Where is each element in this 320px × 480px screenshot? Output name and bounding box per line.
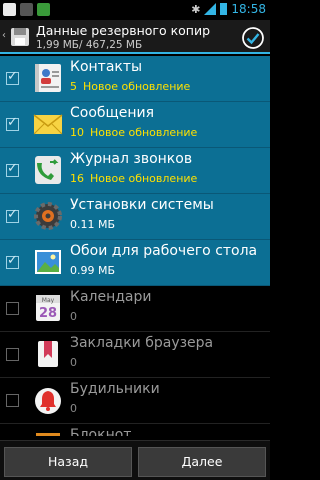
list-item-messages[interactable]: ✓ Сообщения 10 Новое обновление bbox=[0, 102, 270, 147]
clock: 18:58 bbox=[231, 2, 266, 16]
item-unit: МБ bbox=[98, 264, 116, 277]
contacts-icon bbox=[35, 64, 61, 92]
notepad-icon bbox=[36, 433, 60, 436]
calendar-month: May bbox=[42, 297, 55, 304]
checkbox[interactable] bbox=[6, 348, 19, 361]
signal-icon bbox=[204, 3, 217, 15]
item-title: Сообщения bbox=[70, 105, 155, 121]
backup-items-list: ✓ Контакты 5 Новое обновление ✓ Сообщения… bbox=[0, 56, 270, 436]
item-count: 5 bbox=[70, 80, 77, 93]
notification-icons bbox=[3, 3, 50, 16]
checkmark-icon: ✓ bbox=[7, 253, 18, 268]
item-title: Будильники bbox=[70, 381, 160, 397]
list-item-wallpaper[interactable]: ✓ Обои для рабочего стола 0.99 МБ bbox=[0, 240, 270, 285]
item-title: Журнал звонков bbox=[70, 151, 193, 167]
item-title: Контакты bbox=[70, 59, 143, 75]
battery-icon bbox=[220, 3, 228, 15]
list-item-system-settings[interactable]: ✓ Установки системы 0.11 МБ bbox=[0, 194, 270, 239]
alarm-icon bbox=[35, 388, 61, 414]
bottom-button-bar: Назад Далее bbox=[0, 440, 270, 480]
bluetooth-icon: ✱ bbox=[191, 2, 201, 16]
item-title: Календари bbox=[70, 289, 152, 305]
item-subtitle: 5 Новое обновление bbox=[70, 80, 190, 93]
list-item-call-log[interactable]: ✓ Журнал звонков 16 Новое обновление bbox=[0, 148, 270, 193]
checkmark-icon: ✓ bbox=[7, 69, 18, 84]
item-unit: МБ bbox=[98, 218, 116, 231]
up-caret-icon[interactable]: ‹ bbox=[2, 30, 6, 41]
backup-app-icon[interactable] bbox=[10, 26, 30, 48]
checkbox[interactable]: ✓ bbox=[6, 253, 19, 269]
checkbox[interactable]: ✓ bbox=[6, 69, 19, 85]
item-size: 0.11 bbox=[70, 218, 95, 231]
item-subtitle: 0.99 МБ bbox=[70, 264, 115, 277]
list-item-alarms[interactable]: Будильники 0 bbox=[0, 378, 270, 423]
checkmark-icon: ✓ bbox=[7, 207, 18, 222]
checkmark-icon: ✓ bbox=[7, 115, 18, 130]
list-item-contacts[interactable]: ✓ Контакты 5 Новое обновление bbox=[0, 56, 270, 101]
item-count: 0 bbox=[70, 356, 77, 369]
list-item-calendars[interactable]: May 28 Календари 0 bbox=[0, 286, 270, 331]
wallpaper-icon bbox=[35, 250, 61, 274]
item-title: Закладки браузера bbox=[70, 335, 214, 351]
action-bar: ‹ Данные резервного копир 1,99 МБ/ 467,2… bbox=[0, 20, 270, 54]
notification-app-icon bbox=[3, 3, 16, 16]
next-button[interactable]: Далее bbox=[138, 447, 266, 477]
checkbox[interactable]: ✓ bbox=[6, 161, 19, 177]
item-status: Новое обновление bbox=[90, 126, 198, 139]
item-subtitle: 16 Новое обновление bbox=[70, 172, 197, 185]
checkbox[interactable]: ✓ bbox=[6, 207, 19, 223]
calendar-icon: May 28 bbox=[36, 295, 60, 321]
item-title: Обои для рабочего стола bbox=[70, 243, 258, 259]
item-count: 16 bbox=[70, 172, 84, 185]
checkbox[interactable]: ✓ bbox=[6, 115, 19, 131]
system-icons: ✱ 18:58 bbox=[191, 2, 266, 16]
item-subtitle: 0 bbox=[70, 356, 77, 369]
checkbox[interactable] bbox=[6, 394, 19, 407]
item-status: Новое обновление bbox=[90, 172, 198, 185]
item-subtitle: 0 bbox=[70, 402, 77, 415]
status-bar: ✱ 18:58 bbox=[0, 0, 270, 20]
page-title: Данные резервного копир bbox=[36, 23, 211, 38]
notification-download-icon bbox=[37, 3, 50, 16]
back-button[interactable]: Назад bbox=[4, 447, 132, 477]
checkmark-icon: ✓ bbox=[7, 161, 18, 176]
calendar-day: 28 bbox=[39, 306, 57, 321]
item-count: 0 bbox=[70, 402, 77, 415]
item-title: Блокнот bbox=[70, 427, 132, 436]
notification-tool-icon bbox=[20, 3, 33, 16]
item-subtitle: 0.11 МБ bbox=[70, 218, 115, 231]
item-subtitle: 10 Новое обновление bbox=[70, 126, 197, 139]
checkbox[interactable] bbox=[6, 302, 19, 315]
select-all-check-icon[interactable] bbox=[242, 27, 264, 49]
bookmark-icon bbox=[38, 341, 58, 367]
storage-summary: 1,99 МБ/ 467,25 МБ bbox=[36, 39, 143, 51]
call-log-icon bbox=[35, 156, 61, 184]
settings-icon bbox=[34, 202, 62, 230]
item-subtitle: 0 bbox=[70, 310, 77, 323]
item-size: 0.99 bbox=[70, 264, 95, 277]
list-item-notepad[interactable]: Блокнот bbox=[0, 424, 270, 436]
list-item-bookmarks[interactable]: Закладки браузера 0 bbox=[0, 332, 270, 377]
item-count: 0 bbox=[70, 310, 77, 323]
item-title: Установки системы bbox=[70, 197, 214, 213]
item-count: 10 bbox=[70, 126, 84, 139]
item-status: Новое обновление bbox=[83, 80, 191, 93]
messages-icon bbox=[33, 114, 63, 135]
